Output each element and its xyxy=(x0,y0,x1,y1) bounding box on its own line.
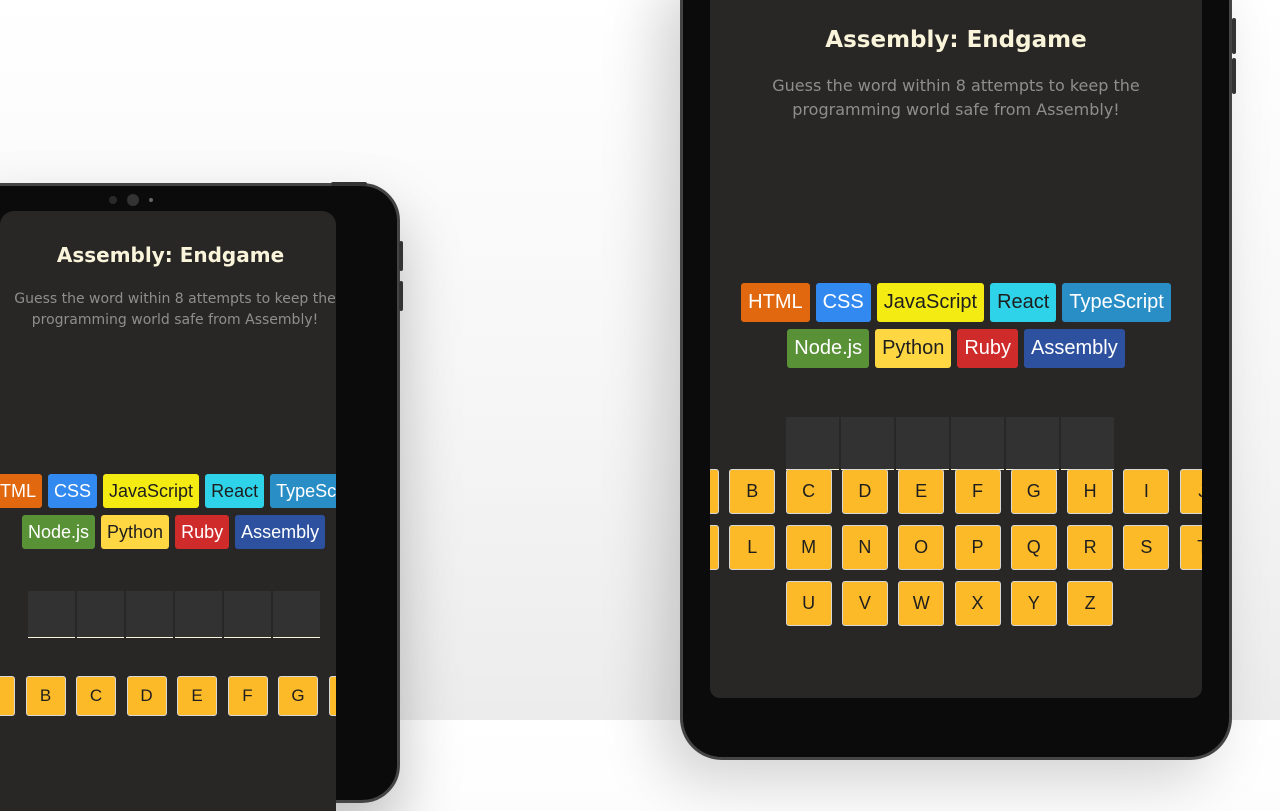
key-f[interactable]: F xyxy=(227,676,268,716)
tablet-side-button xyxy=(399,281,403,311)
key-f[interactable]: F xyxy=(954,469,1001,514)
letter-slot xyxy=(28,591,75,638)
key-partial[interactable] xyxy=(710,469,719,514)
language-chip-assembly: Assembly xyxy=(235,515,326,549)
tablet-side-button xyxy=(399,241,403,271)
key-partial[interactable] xyxy=(0,676,15,716)
key-z[interactable]: Z xyxy=(1067,581,1114,626)
tablet-side-button xyxy=(1232,18,1236,54)
language-chips-row-2: Node.js Python Ruby Assembly xyxy=(19,515,336,556)
left-game-screen: Assembly: Endgame Guess the word within … xyxy=(0,211,336,811)
left-subtitle: Guess the word within 8 attempts to keep… xyxy=(0,289,336,331)
game-title: Assembly: Endgame xyxy=(56,243,285,267)
right-header: Assembly: Endgame xyxy=(710,27,1202,53)
key-b[interactable]: B xyxy=(729,469,776,514)
language-chip-nodejs: Node.js xyxy=(22,515,96,549)
subtitle-line-1: Guess the word within 8 attempts to keep… xyxy=(772,76,1140,95)
key-q[interactable]: Q xyxy=(1010,525,1057,570)
language-chip-typescript: TypeScript xyxy=(270,474,336,508)
right-tablet-frame: Assembly: Endgame Guess the word within … xyxy=(680,0,1236,760)
key-p[interactable]: P xyxy=(954,525,1001,570)
key-r[interactable]: R xyxy=(1067,525,1114,570)
subtitle-line-2: programming world safe from Assembly! xyxy=(31,312,319,328)
key-e[interactable]: E xyxy=(898,469,945,514)
subtitle-line-2: programming world safe from Assembly! xyxy=(792,100,1120,119)
right-game-screen: Assembly: Endgame Guess the word within … xyxy=(710,0,1202,698)
language-chip-css: CSS xyxy=(48,474,98,508)
key-x[interactable]: X xyxy=(954,581,1001,626)
camera-sensor-icon xyxy=(149,198,153,202)
key-u[interactable]: U xyxy=(785,581,832,626)
key-h[interactable]: H xyxy=(1067,469,1114,514)
key-g[interactable]: G xyxy=(278,676,318,716)
language-chip-javascript: JavaScript xyxy=(876,283,985,322)
language-chip-ruby: Ruby xyxy=(175,515,230,549)
key-y[interactable]: Y xyxy=(1010,581,1057,626)
subtitle-line-1: Guess the word within 8 attempts to keep… xyxy=(14,291,336,307)
language-chip-html: HTML xyxy=(741,283,810,322)
letter-slot xyxy=(786,417,839,470)
key-i[interactable]: I xyxy=(1123,469,1170,514)
camera-dot-icon xyxy=(109,196,117,204)
language-chip-css: CSS xyxy=(815,283,871,322)
letter-slot xyxy=(896,417,949,470)
key-w[interactable]: W xyxy=(898,581,945,626)
language-chip-ruby: Ruby xyxy=(957,329,1019,368)
key-m[interactable]: M xyxy=(785,525,832,570)
language-chip-nodejs: Node.js xyxy=(787,329,870,368)
key-d[interactable]: D xyxy=(126,676,167,716)
left-tablet-frame: Assembly: Endgame Guess the word within … xyxy=(0,182,403,811)
key-e[interactable]: E xyxy=(177,676,217,716)
letter-slot xyxy=(951,417,1004,470)
language-chip-python: Python xyxy=(101,515,170,549)
key-c[interactable]: C xyxy=(76,676,116,716)
key-d[interactable]: D xyxy=(841,469,888,514)
letter-slot xyxy=(1006,417,1059,470)
right-subtitle: Guess the word within 8 attempts to keep… xyxy=(710,74,1202,122)
letter-slot xyxy=(1061,417,1114,470)
letter-slot xyxy=(841,417,894,470)
word-slots xyxy=(786,417,1116,470)
key-v[interactable]: V xyxy=(841,581,888,626)
left-header: Assembly: Endgame xyxy=(0,243,336,267)
key-o[interactable]: O xyxy=(898,525,945,570)
language-chip-javascript: JavaScript xyxy=(103,474,200,508)
language-chip-react: React xyxy=(205,474,265,508)
language-chips-row-1: HTMLCSSJavaScriptReactTypeScript xyxy=(0,474,336,515)
language-chip-typescript: TypeScript xyxy=(1062,283,1171,322)
letter-slot xyxy=(224,591,271,638)
key-c[interactable]: C xyxy=(785,469,832,514)
game-title: Assembly: Endgame xyxy=(825,27,1087,53)
key-l[interactable]: L xyxy=(729,525,776,570)
tablet-side-button xyxy=(1232,58,1236,94)
language-chip-python: Python xyxy=(875,329,952,368)
letter-slot xyxy=(273,591,320,638)
language-chip-assembly: Assembly xyxy=(1024,329,1125,368)
key-partial[interactable] xyxy=(710,525,719,570)
letter-slot xyxy=(175,591,222,638)
letter-slot xyxy=(126,591,173,638)
letter-slot xyxy=(77,591,124,638)
language-chips: HTML CSS JavaScript React TypeScript Node.js P… xyxy=(726,283,1186,375)
key-b[interactable]: B xyxy=(25,676,66,716)
key-h[interactable]: H xyxy=(328,676,336,716)
language-chip-html: HTML xyxy=(0,474,42,508)
key-j[interactable]: J xyxy=(1179,469,1202,514)
key-t[interactable]: T xyxy=(1179,525,1202,570)
word-slots xyxy=(28,591,322,638)
key-s[interactable]: S xyxy=(1123,525,1170,570)
tablet-top-button xyxy=(331,182,367,186)
camera-lens-icon xyxy=(127,194,139,206)
key-n[interactable]: N xyxy=(841,525,888,570)
key-g[interactable]: G xyxy=(1010,469,1057,514)
language-chip-react: React xyxy=(990,283,1057,322)
